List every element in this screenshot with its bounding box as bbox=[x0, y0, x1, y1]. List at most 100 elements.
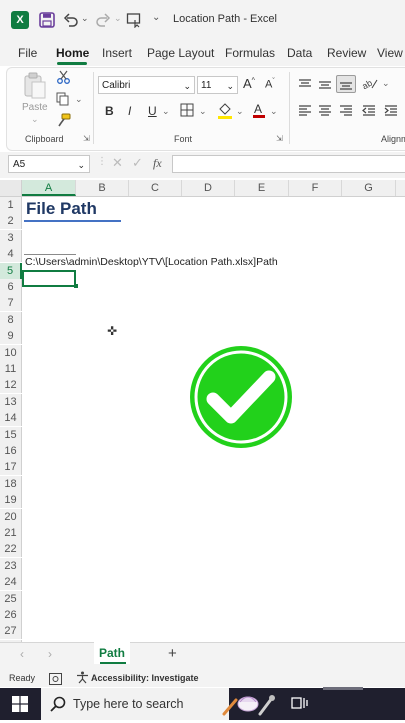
copy-icon[interactable] bbox=[56, 92, 70, 109]
decrease-indent-icon[interactable] bbox=[362, 104, 376, 122]
row-header-24[interactable]: 24 bbox=[0, 574, 22, 591]
customize-icon[interactable]: ⌄ bbox=[152, 12, 160, 23]
row-header-20[interactable]: 20 bbox=[0, 508, 22, 525]
tab-review[interactable]: Review bbox=[327, 46, 366, 60]
shrink-font-icon[interactable]: Aˇ bbox=[265, 78, 275, 91]
search-highlight-icon[interactable] bbox=[220, 690, 278, 723]
touch-mode-icon[interactable] bbox=[126, 12, 142, 31]
font-name-select[interactable]: Calibri ⌄ bbox=[98, 76, 195, 94]
orientation-dropdown-icon[interactable]: ⌄ bbox=[382, 78, 390, 89]
fill-color-icon[interactable] bbox=[217, 102, 233, 125]
column-header-c[interactable]: C bbox=[129, 180, 182, 196]
confirm-entry-icon[interactable]: ✓ bbox=[132, 155, 143, 171]
font-color-icon[interactable]: A bbox=[252, 101, 266, 124]
font-color-dropdown-icon[interactable]: ⌄ bbox=[270, 106, 278, 117]
align-bottom-button[interactable] bbox=[336, 75, 356, 93]
row-header-27[interactable]: 27 bbox=[0, 623, 22, 640]
tab-data[interactable]: Data bbox=[287, 46, 312, 60]
row-header-21[interactable]: 21 bbox=[0, 525, 22, 541]
row-header-11[interactable]: 11 bbox=[0, 361, 22, 377]
insert-function-button[interactable]: fx bbox=[153, 156, 162, 171]
row-header-8[interactable]: 8 bbox=[0, 311, 22, 328]
undo-dropdown-icon[interactable]: ⌄ bbox=[81, 13, 89, 24]
row-header-17[interactable]: 17 bbox=[0, 459, 22, 476]
windows-start-icon[interactable] bbox=[12, 696, 28, 717]
column-header-e[interactable]: E bbox=[235, 180, 289, 196]
format-painter-icon[interactable] bbox=[57, 113, 71, 130]
align-top-icon[interactable] bbox=[298, 78, 312, 96]
select-all-button[interactable] bbox=[0, 180, 22, 196]
row-header-19[interactable]: 19 bbox=[0, 492, 22, 509]
sheet-tab-path[interactable]: Path bbox=[94, 642, 130, 664]
row-header-13[interactable]: 13 bbox=[0, 393, 22, 410]
row-header-23[interactable]: 23 bbox=[0, 557, 22, 574]
active-cell-a5[interactable] bbox=[22, 270, 76, 287]
clipboard-launcher-icon[interactable]: ⇲ bbox=[83, 134, 90, 143]
align-right-icon[interactable] bbox=[339, 104, 353, 122]
cell-a4-file-path[interactable]: C:\Users\admin\Desktop\YTV\[Location Pat… bbox=[25, 256, 278, 268]
paste-label[interactable]: Paste bbox=[22, 102, 48, 113]
row-header-18[interactable]: 18 bbox=[0, 475, 22, 492]
column-header-g[interactable]: G bbox=[342, 180, 396, 196]
column-header-b[interactable]: B bbox=[76, 180, 129, 196]
row-header-16[interactable]: 16 bbox=[0, 443, 22, 459]
row-header-9[interactable]: 9 bbox=[0, 328, 22, 345]
italic-button[interactable]: I bbox=[128, 104, 131, 118]
borders-icon[interactable] bbox=[180, 103, 194, 122]
row-header-4[interactable]: 4 bbox=[0, 246, 22, 263]
undo-icon[interactable] bbox=[63, 12, 79, 31]
tab-home[interactable]: Home bbox=[56, 46, 89, 60]
next-sheet-icon[interactable]: › bbox=[48, 647, 52, 661]
align-left-icon[interactable] bbox=[298, 104, 312, 122]
row-header-14[interactable]: 14 bbox=[0, 410, 22, 427]
tab-view[interactable]: View bbox=[377, 46, 403, 60]
fill-handle[interactable] bbox=[74, 284, 78, 288]
grow-font-icon[interactable]: A^ bbox=[243, 76, 255, 91]
row-header-12[interactable]: 12 bbox=[0, 377, 22, 394]
row-header-6[interactable]: 6 bbox=[0, 279, 22, 295]
cell-a1-title[interactable]: File Path bbox=[26, 199, 97, 219]
tab-file[interactable]: File bbox=[18, 46, 37, 60]
redo-dropdown-icon[interactable]: ⌄ bbox=[114, 13, 122, 24]
align-center-icon[interactable] bbox=[318, 104, 332, 122]
cancel-entry-icon[interactable]: ✕ bbox=[112, 155, 123, 171]
column-header-f[interactable]: F bbox=[289, 180, 342, 196]
orientation-icon[interactable]: ab bbox=[360, 76, 378, 95]
row-header-22[interactable]: 22 bbox=[0, 541, 22, 558]
row-header-10[interactable]: 10 bbox=[0, 344, 22, 361]
bold-button[interactable]: B bbox=[105, 104, 114, 118]
font-size-select[interactable]: 11 ⌄ bbox=[197, 76, 238, 94]
formula-input[interactable] bbox=[172, 155, 405, 173]
row-header-7[interactable]: 7 bbox=[0, 295, 22, 312]
row-header-25[interactable]: 25 bbox=[0, 590, 22, 607]
row-header-15[interactable]: 15 bbox=[0, 426, 22, 443]
column-header-d[interactable]: D bbox=[182, 180, 235, 196]
cut-icon[interactable] bbox=[57, 70, 70, 87]
tab-formulas[interactable]: Formulas bbox=[225, 46, 275, 60]
align-middle-icon[interactable] bbox=[318, 78, 332, 96]
tab-insert[interactable]: Insert bbox=[102, 46, 132, 60]
paste-dropdown-icon[interactable]: ⌄ bbox=[31, 114, 39, 125]
tab-page-layout[interactable]: Page Layout bbox=[147, 46, 214, 60]
borders-dropdown-icon[interactable]: ⌄ bbox=[199, 106, 207, 117]
save-icon[interactable] bbox=[39, 12, 55, 31]
prev-sheet-icon[interactable]: ‹ bbox=[20, 647, 24, 661]
underline-dropdown-icon[interactable]: ⌄ bbox=[162, 106, 170, 117]
redo-icon[interactable] bbox=[95, 12, 111, 31]
accessibility-status[interactable]: Accessibility: Investigate bbox=[91, 673, 199, 683]
accessibility-icon[interactable] bbox=[76, 671, 89, 689]
row-header-2[interactable]: 2 bbox=[0, 213, 22, 230]
row-header-26[interactable]: 26 bbox=[0, 607, 22, 623]
row-header-5[interactable]: 5 bbox=[0, 262, 22, 279]
row-header-3[interactable]: 3 bbox=[0, 229, 22, 246]
name-box[interactable]: A5 ⌄ bbox=[8, 155, 90, 173]
add-sheet-icon[interactable]: + bbox=[168, 645, 177, 662]
row-header-1[interactable]: 1 bbox=[0, 197, 22, 213]
copy-dropdown-icon[interactable]: ⌄ bbox=[75, 94, 83, 105]
fill-color-dropdown-icon[interactable]: ⌄ bbox=[236, 106, 244, 117]
task-view-icon[interactable] bbox=[291, 695, 309, 716]
font-launcher-icon[interactable]: ⇲ bbox=[276, 134, 283, 143]
underline-button[interactable]: U bbox=[148, 104, 157, 118]
increase-indent-icon[interactable] bbox=[384, 104, 398, 122]
column-header-a[interactable]: A bbox=[22, 180, 76, 196]
